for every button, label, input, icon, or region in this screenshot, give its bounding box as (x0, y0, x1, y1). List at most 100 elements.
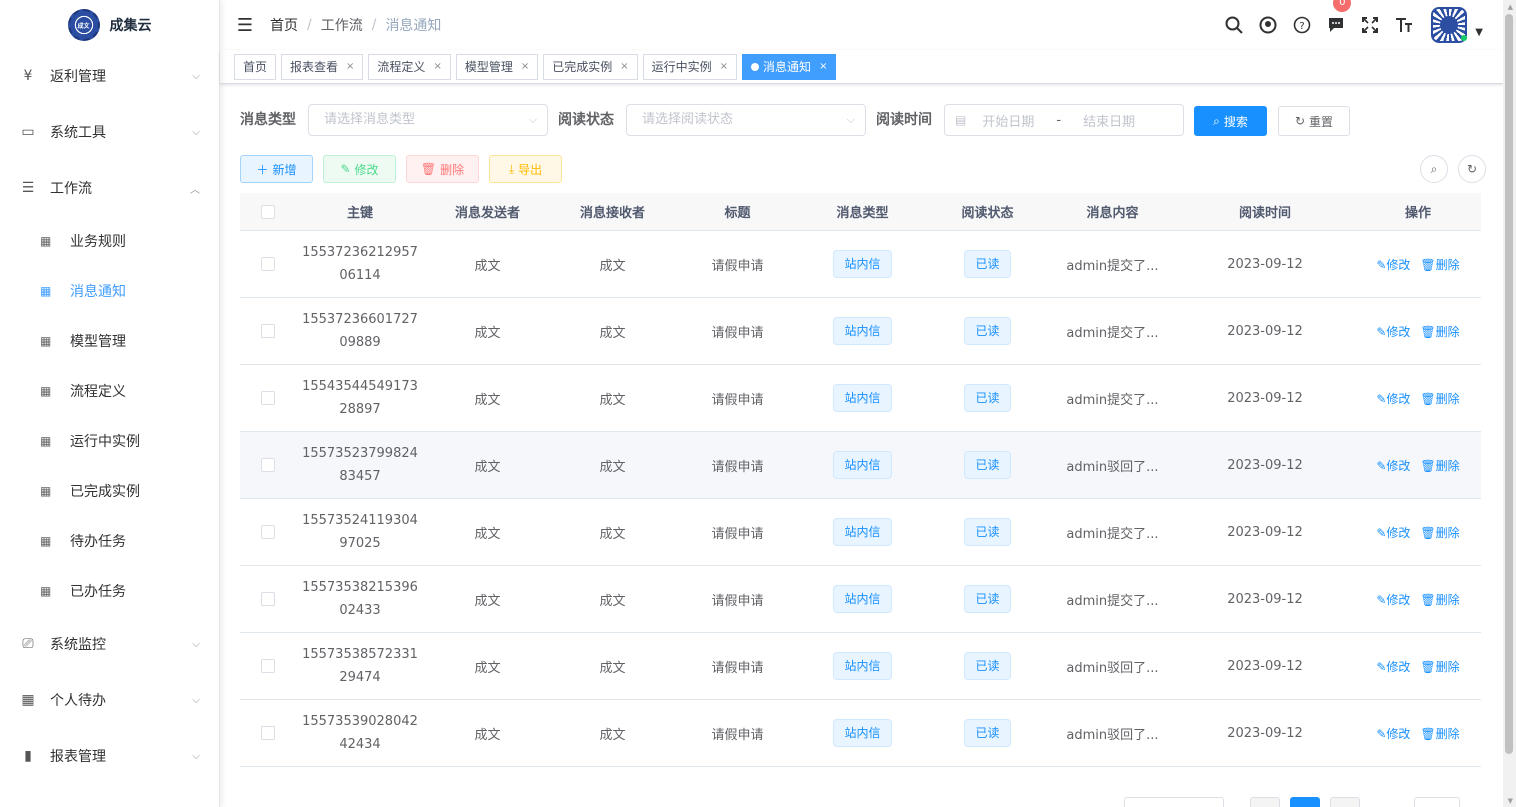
menu-item-workflow[interactable]: ☰ 工作流 ︿ (0, 160, 219, 216)
sidebar-item-todo-tasks[interactable]: ▦ 待办任务 (0, 516, 219, 566)
sidebar-item-business-rules[interactable]: ▦ 业务规则 (0, 216, 219, 266)
tab-home[interactable]: 首页 (234, 53, 277, 80)
row-checkbox[interactable] (260, 659, 275, 673)
row-delete-label: 删除 (1435, 458, 1460, 473)
menu-item-reports[interactable]: ▮ 报表管理 ⌵ (0, 728, 219, 784)
row-checkbox[interactable] (260, 525, 275, 539)
fullscreen-icon[interactable] (1353, 0, 1387, 50)
github-icon[interactable] (1251, 0, 1285, 50)
tab-report-view[interactable]: 报表查看 × (281, 53, 364, 80)
logo-icon: 成文 (67, 9, 100, 41)
message-icon[interactable]: 0 (1319, 0, 1353, 50)
row-checkbox[interactable] (260, 592, 275, 606)
select-cell (240, 659, 295, 673)
actions-cell: ✎修改 🗑删除 (1355, 323, 1481, 340)
menu-item-monitor[interactable]: ⎚ 系统监控 ⌵ (0, 616, 219, 672)
end-date-input[interactable]: 结束日期 (1083, 111, 1135, 130)
prev-page-button[interactable] (1250, 797, 1280, 807)
row-edit-label: 修改 (1386, 726, 1411, 741)
status-select[interactable]: 请选择阅读状态 ⌵ (626, 104, 866, 136)
search-button[interactable]: ⌕ 搜索 (1194, 106, 1267, 136)
goto-page-input[interactable] (1414, 797, 1460, 807)
toggle-search-button[interactable]: ⌕ (1420, 155, 1448, 183)
message-table: 主键 消息发送者 消息接收者 标题 消息类型 阅读状态 消息内容 阅读时间 操作… (240, 193, 1481, 767)
help-icon[interactable]: ? (1285, 0, 1319, 50)
row-edit-button[interactable]: ✎修改 (1376, 325, 1410, 339)
row-delete-button[interactable]: 🗑删除 (1420, 526, 1459, 540)
status-cell: 已读 (925, 451, 1050, 479)
select-all-checkbox[interactable] (260, 204, 275, 219)
row-delete-button[interactable]: 🗑删除 (1420, 727, 1459, 741)
tab-running-instances[interactable]: 运行中实例 × (642, 53, 738, 80)
close-icon[interactable]: × (433, 55, 441, 79)
page-number-button[interactable] (1290, 797, 1320, 807)
row-edit-button[interactable]: ✎修改 (1376, 258, 1410, 272)
tab-finished-instances[interactable]: 已完成实例 × (543, 53, 638, 80)
sidebar-item-message-notify[interactable]: ▦ 消息通知 (0, 266, 219, 316)
type-select[interactable]: 请选择消息类型 ⌵ (308, 104, 548, 136)
export-button[interactable]: ⤓ 导出 (489, 155, 562, 183)
row-delete-button[interactable]: 🗑删除 (1420, 392, 1459, 406)
status-badge: 已读 (964, 652, 1011, 680)
time-cell: 2023-09-12 (1227, 323, 1303, 339)
sidebar-item-done-tasks[interactable]: ▦ 已办任务 (0, 566, 219, 616)
close-icon[interactable]: × (521, 55, 529, 79)
delete-button[interactable]: 🗑 删除 (406, 155, 479, 183)
close-icon[interactable]: × (620, 55, 628, 79)
row-checkbox[interactable] (260, 726, 275, 740)
font-size-icon[interactable] (1387, 0, 1421, 50)
row-checkbox[interactable] (260, 324, 275, 338)
menu-item-rebate[interactable]: ¥ 返利管理 ⌵ (0, 48, 219, 104)
sidebar-item-model-mgmt[interactable]: ▦ 模型管理 (0, 316, 219, 366)
hamburger-icon[interactable]: ☰ (220, 0, 270, 50)
caret-down-icon[interactable]: ▼ (1475, 27, 1483, 38)
row-edit-button[interactable]: ✎修改 (1376, 459, 1410, 473)
menu-item-tools[interactable]: ▭ 系统工具 ⌵ (0, 104, 219, 160)
reset-button[interactable]: ↻ 重置 (1278, 106, 1350, 136)
logo-row[interactable]: 成文 成集云 (0, 0, 219, 50)
scrollbar[interactable]: ▲ ▼ (1503, 0, 1516, 807)
page-size-select[interactable] (1124, 797, 1224, 807)
tab-message-notify[interactable]: 消息通知 × (742, 53, 837, 80)
scroll-up-icon[interactable]: ▲ (1508, 3, 1513, 11)
close-icon[interactable]: × (819, 55, 827, 79)
row-edit-button[interactable]: ✎修改 (1376, 727, 1410, 741)
close-icon[interactable]: × (346, 55, 354, 79)
date-range-picker[interactable]: ▤ 开始日期 - 结束日期 (944, 104, 1184, 136)
start-date-input[interactable]: 开始日期 (982, 111, 1034, 130)
scroll-down-icon[interactable]: ▼ (1508, 797, 1513, 805)
tab-process-def[interactable]: 流程定义 × (368, 53, 451, 80)
menu-item-personal-todo[interactable]: ▦ 个人待办 ⌵ (0, 672, 219, 728)
sidebar-item-running-instances[interactable]: ▦ 运行中实例 (0, 416, 219, 466)
title-cell: 请假申请 (711, 325, 764, 341)
avatar[interactable] (1431, 7, 1468, 43)
row-checkbox[interactable] (260, 257, 275, 271)
breadcrumb-item[interactable]: 首页 (270, 15, 298, 35)
row-delete-button[interactable]: 🗑删除 (1420, 325, 1459, 339)
id-line-1: 15573523799824 (302, 446, 418, 461)
next-page-button[interactable] (1330, 797, 1360, 807)
menu-item-more[interactable]: · ... (0, 784, 219, 807)
tab-model-mgmt[interactable]: 模型管理 × (455, 53, 539, 80)
row-checkbox[interactable] (260, 391, 275, 405)
edit-button[interactable]: ✎ 修改 (323, 155, 396, 183)
row-edit-button[interactable]: ✎修改 (1376, 660, 1410, 674)
row-delete-button[interactable]: 🗑删除 (1420, 593, 1459, 607)
add-button[interactable]: ＋ 新增 (240, 155, 313, 183)
row-edit-button[interactable]: ✎修改 (1376, 392, 1410, 406)
id-line-2: 06114 (339, 268, 381, 283)
refresh-button[interactable]: ↻ (1458, 155, 1486, 183)
close-icon[interactable]: × (720, 55, 728, 79)
sidebar-item-finished-instances[interactable]: ▦ 已完成实例 (0, 466, 219, 516)
row-edit-button[interactable]: ✎修改 (1376, 593, 1410, 607)
scrollbar-thumb[interactable] (1505, 14, 1513, 754)
row-checkbox[interactable] (260, 458, 275, 472)
row-delete-button[interactable]: 🗑删除 (1420, 258, 1459, 272)
row-edit-button[interactable]: ✎修改 (1376, 526, 1410, 540)
row-delete-button[interactable]: 🗑删除 (1420, 459, 1459, 473)
search-icon[interactable] (1217, 0, 1251, 50)
row-delete-button[interactable]: 🗑删除 (1420, 660, 1459, 674)
title-cell: 请假申请 (711, 727, 764, 743)
breadcrumb-item[interactable]: 工作流 (321, 15, 363, 35)
sidebar-item-process-def[interactable]: ▦ 流程定义 (0, 366, 219, 416)
